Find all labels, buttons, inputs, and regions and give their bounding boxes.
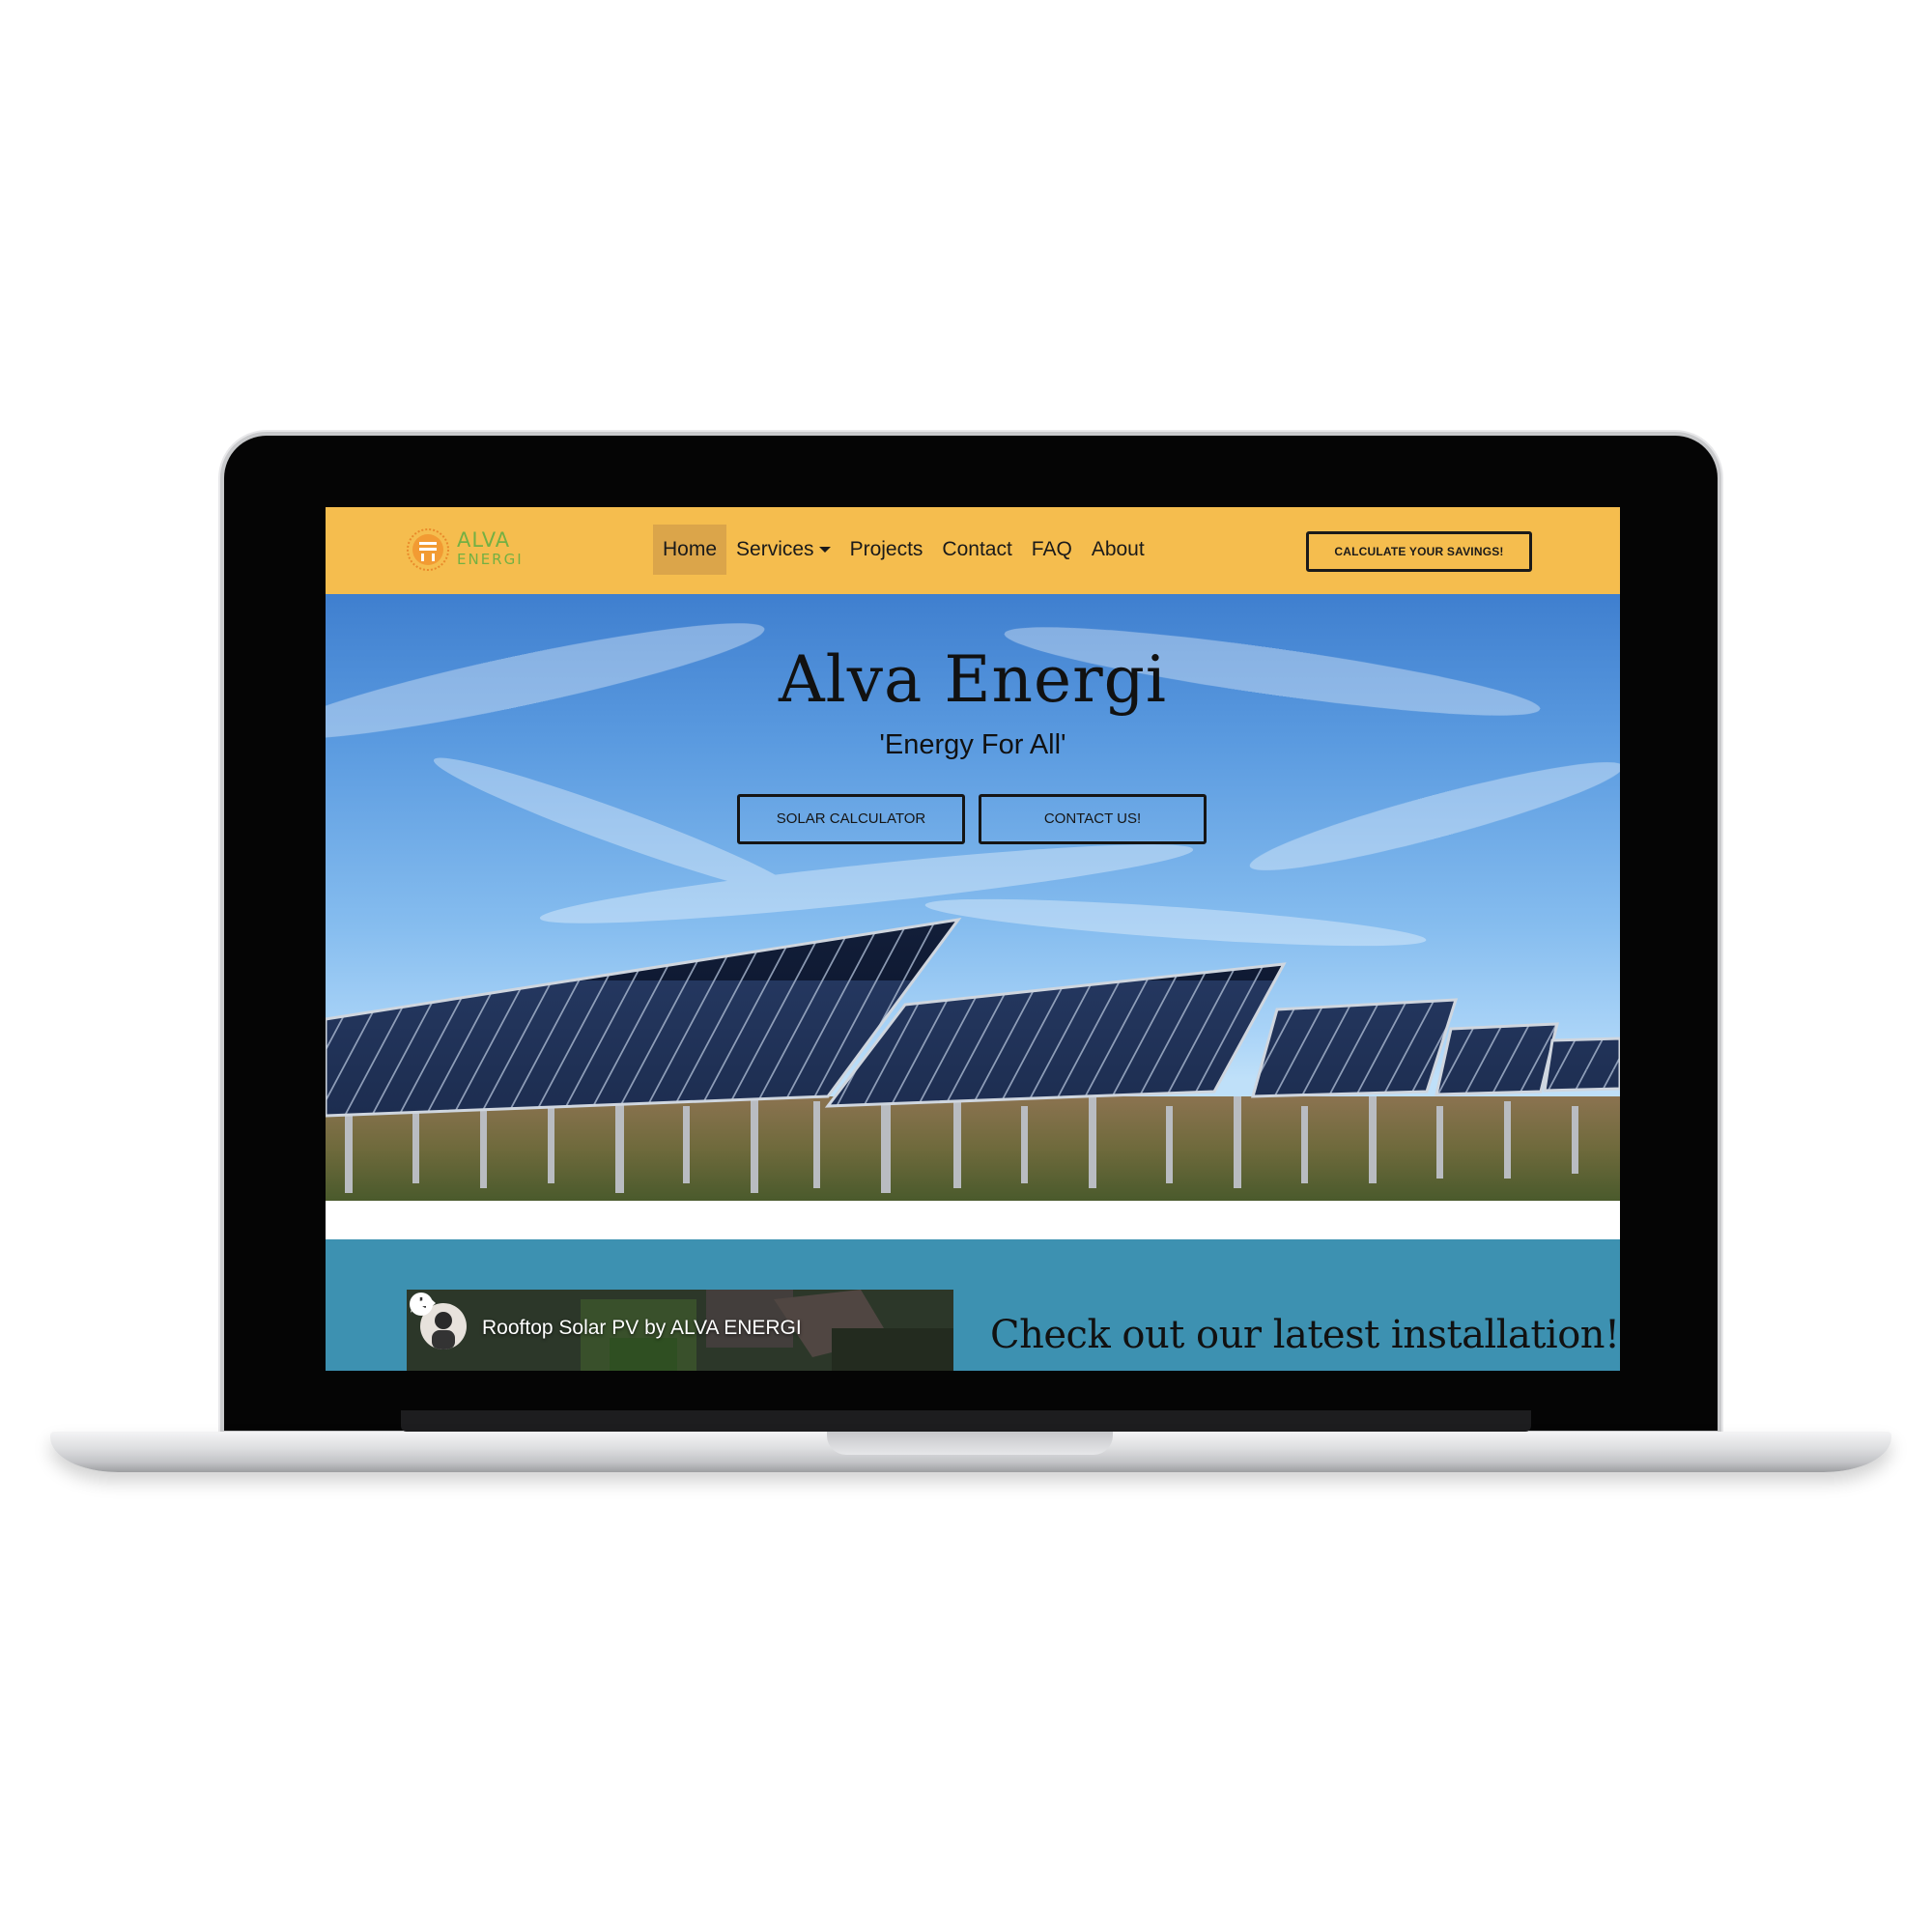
video-player[interactable]: Rooftop Solar PV by ALVA ENERGI <box>407 1290 953 1371</box>
nav-contact[interactable]: Contact <box>932 525 1021 575</box>
nav-faq[interactable]: FAQ <box>1022 525 1082 575</box>
nav-home[interactable]: Home <box>653 525 727 575</box>
share-icon[interactable] <box>407 1290 438 1319</box>
calculate-savings-button[interactable]: CALCULATE YOUR SAVINGS! <box>1306 531 1532 572</box>
video-title: Rooftop Solar PV by ALVA ENERGI <box>482 1317 802 1339</box>
nav-services[interactable]: Services <box>726 525 840 575</box>
nav-services-label: Services <box>736 538 814 560</box>
latest-installation-section: Rooftop Solar PV by ALVA ENERGI Check ou… <box>326 1239 1620 1371</box>
hero-title: Alva Energi <box>778 642 1168 717</box>
browser-viewport: ALVA ENERGI Home Services Projects Conta… <box>326 507 1620 1371</box>
sun-logo-icon <box>407 528 449 571</box>
brand-subname: ENERGI <box>457 551 524 568</box>
navbar: ALVA ENERGI Home Services Projects Conta… <box>326 507 1620 594</box>
hero-subtitle: 'Energy For All' <box>879 729 1066 760</box>
caret-down-icon <box>818 547 831 554</box>
solar-calculator-button[interactable]: SOLAR CALCULATOR <box>737 794 965 844</box>
nav-projects[interactable]: Projects <box>840 525 933 575</box>
feature-heading: Check out our latest installation! <box>990 1313 1620 1357</box>
nav-about[interactable]: About <box>1082 525 1154 575</box>
section-divider <box>326 1201 1620 1239</box>
contact-us-button[interactable]: CONTACT US! <box>979 794 1207 844</box>
brand-name: ALVA <box>457 528 511 552</box>
laptop-notch <box>827 1432 1113 1455</box>
hero-section: Alva Energi 'Energy For All' SOLAR CALCU… <box>326 594 1620 1201</box>
laptop-hinge <box>401 1410 1531 1432</box>
brand-logo[interactable]: ALVA ENERGI <box>405 526 540 575</box>
nav-menu: Home Services Projects Contact FAQ About <box>653 525 1154 575</box>
